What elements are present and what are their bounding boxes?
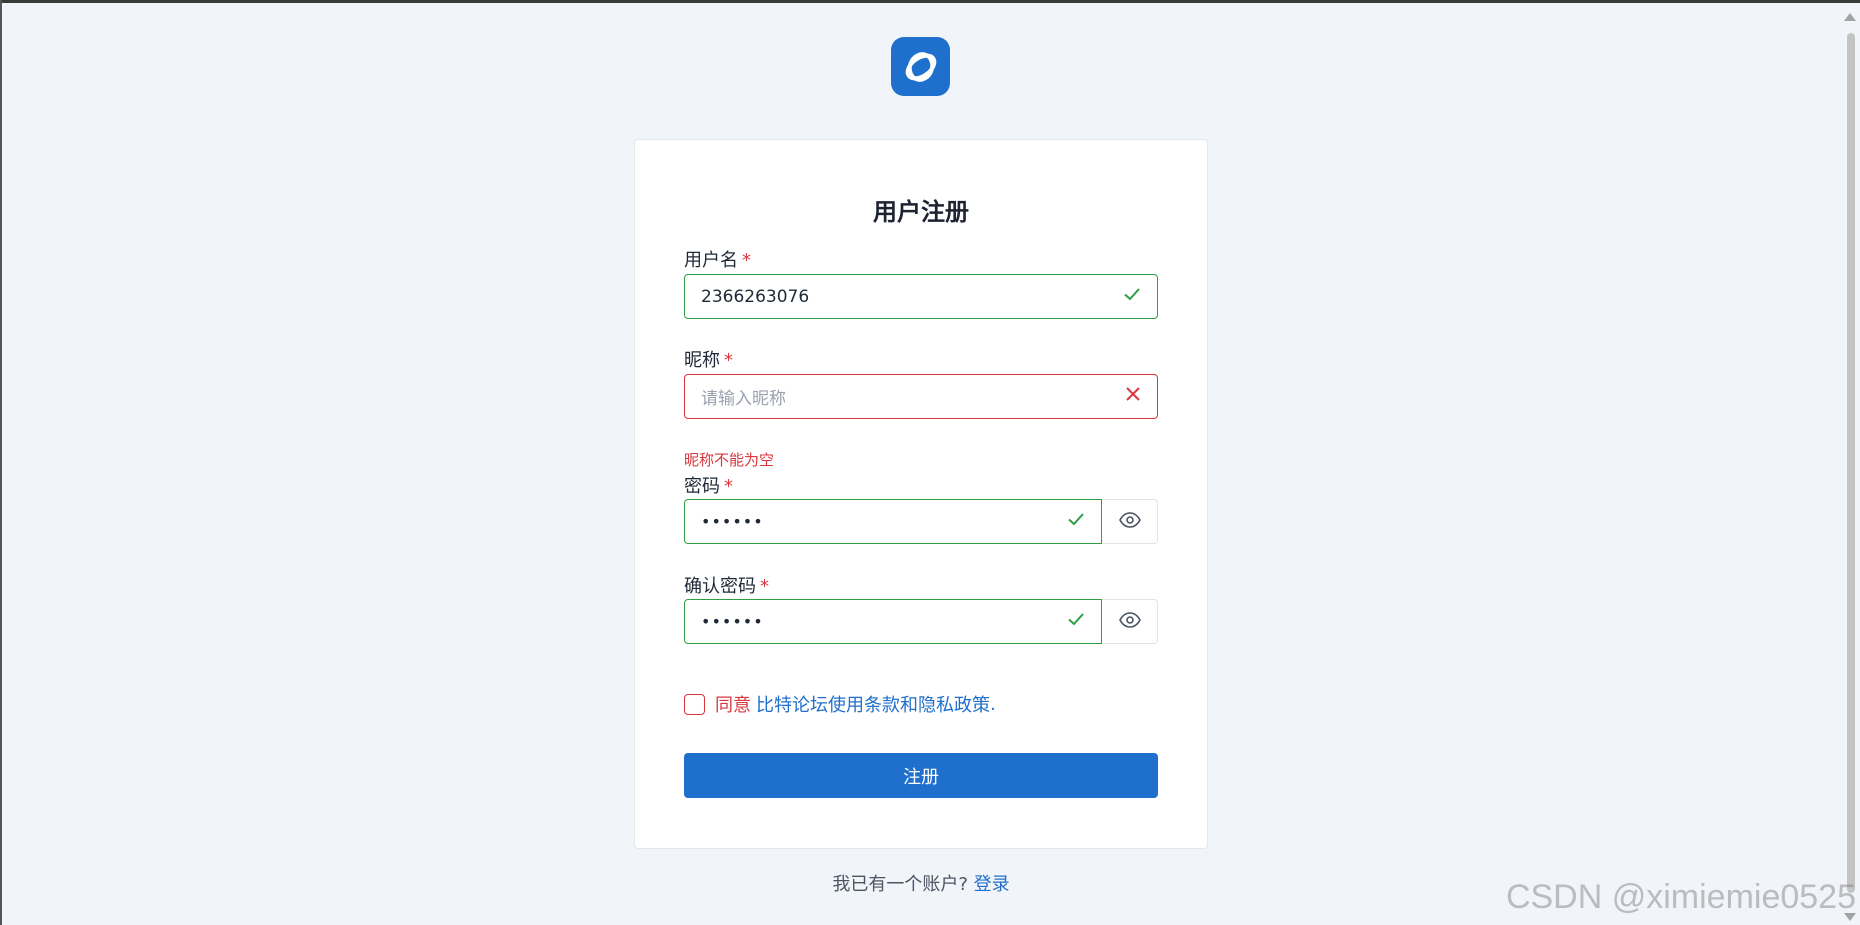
check-icon (1067, 610, 1085, 633)
nickname-label: 昵称 * (684, 346, 733, 372)
confirm-password-reveal-button[interactable] (1102, 599, 1158, 644)
password-reveal-button[interactable] (1102, 499, 1158, 544)
confirm-password-label: 确认密码 * (684, 572, 769, 598)
agreement-row: 同意 比特论坛使用条款和隐私政策 . (684, 691, 996, 717)
scroll-thumb[interactable] (1847, 33, 1855, 893)
vertical-scrollbar[interactable] (1842, 3, 1860, 925)
login-link[interactable]: 登录 (974, 874, 1010, 895)
terms-link[interactable]: 比特论坛使用条款和隐私政策 (756, 691, 990, 717)
x-icon (1125, 386, 1141, 407)
agreement-checkbox[interactable] (684, 693, 705, 715)
username-label-text: 用户名 (684, 250, 738, 271)
password-label: 密码 * (684, 472, 733, 498)
confirm-password-value: •••••• (701, 612, 764, 631)
confirm-password-label-text: 确认密码 (684, 576, 756, 597)
page-title: 用户注册 (873, 198, 969, 226)
check-icon (1067, 510, 1085, 533)
check-icon (1123, 285, 1141, 308)
username-value: 2366263076 (701, 286, 810, 307)
username-label: 用户名 * (684, 246, 751, 272)
required-mark: * (724, 350, 733, 371)
register-card: 用户注册 用户名 * 2366263076 昵称 * 请输入昵称 昵称不能为空 密码… (634, 139, 1208, 849)
agreement-suffix: . (990, 693, 996, 715)
eye-icon (1118, 511, 1141, 532)
window-top-edge (0, 0, 1860, 3)
required-mark: * (724, 476, 733, 497)
nickname-label-text: 昵称 (684, 350, 720, 371)
app-logo-icon (891, 37, 950, 96)
password-value: •••••• (701, 512, 764, 531)
register-button[interactable]: 注册 (684, 753, 1158, 798)
scroll-up-icon[interactable] (1844, 13, 1856, 21)
nickname-error: 昵称不能为空 (684, 451, 775, 469)
window-left-edge (0, 0, 2, 925)
required-mark: * (742, 250, 751, 271)
eye-icon (1118, 611, 1141, 632)
nickname-field[interactable]: 请输入昵称 (684, 374, 1158, 419)
password-field[interactable]: •••••• (684, 499, 1102, 544)
watermark: CSDN @ximiemie0525 (1505, 878, 1856, 916)
nickname-placeholder: 请输入昵称 (701, 389, 786, 409)
password-label-text: 密码 (684, 476, 720, 497)
username-field[interactable]: 2366263076 (684, 274, 1158, 319)
footer-text: 我已有一个账户? (832, 874, 974, 895)
confirm-password-field[interactable]: •••••• (684, 599, 1102, 644)
agreement-prefix: 同意 (715, 695, 751, 716)
required-mark: * (760, 576, 769, 597)
